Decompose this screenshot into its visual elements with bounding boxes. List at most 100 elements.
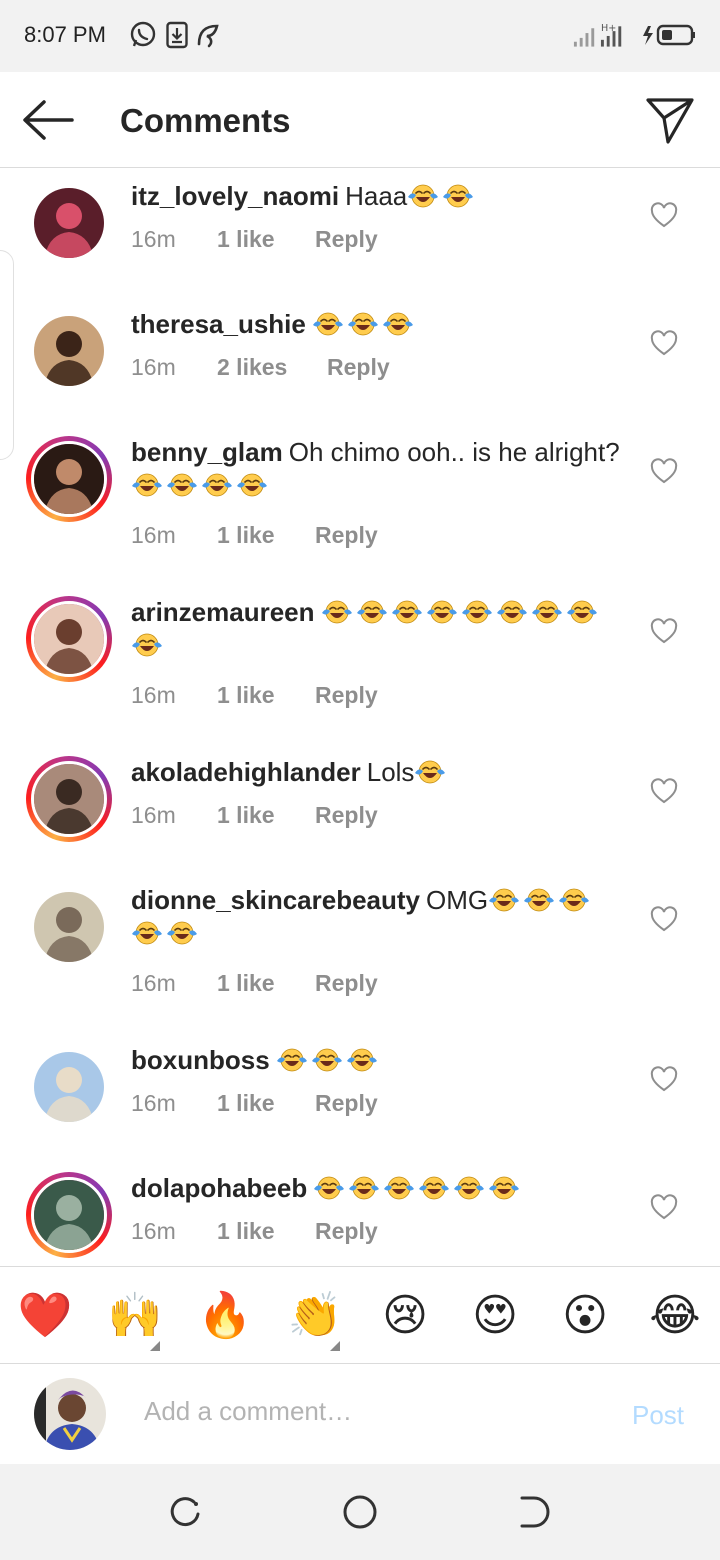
avatar[interactable] (26, 180, 112, 266)
comment-text: dionne_skincarebeauty OMG (131, 884, 621, 950)
comment-username[interactable]: arinzemaureen (131, 597, 315, 627)
comment-likes[interactable]: 1 like (217, 1090, 315, 1117)
heart-outline-icon[interactable] (650, 202, 678, 230)
reaction-heart[interactable]: ❤️ (18, 1289, 73, 1343)
comment-likes[interactable]: 2 likes (217, 354, 327, 381)
tears-of-joy-emoji (489, 888, 520, 912)
tears-of-joy-emoji (311, 1048, 342, 1072)
comment-meta: 16m 1 like Reply (131, 682, 378, 709)
heart-outline-icon[interactable] (650, 330, 678, 358)
comment-meta: 16m 1 like Reply (131, 522, 378, 549)
comment-time: 16m (131, 1218, 176, 1244)
comment-username[interactable]: itz_lovely_naomi (131, 181, 339, 211)
avatar-image (31, 601, 107, 677)
reaction-raising-hands[interactable]: 🙌 (108, 1289, 163, 1343)
reaction-fire[interactable]: 🔥 (198, 1289, 253, 1343)
tears-of-joy-emoji (347, 312, 378, 336)
comments-list[interactable]: itz_lovely_naomi Haaa 16m 1 like Reply theres… (0, 168, 720, 1264)
comment-input[interactable] (144, 1396, 584, 1427)
back-arrow-icon[interactable] (20, 98, 76, 142)
avatar-image (34, 892, 104, 962)
heart-outline-icon[interactable] (650, 458, 678, 486)
avatar-with-story-ring[interactable] (26, 756, 112, 842)
comment-text: dolapohabeeb (131, 1172, 621, 1205)
direct-message-icon[interactable] (644, 94, 696, 146)
avatar-with-story-ring[interactable] (26, 1172, 112, 1258)
quick-reactions-bar: ❤️ 🙌 🔥 👏 😢 😍 😮 😂 (0, 1266, 720, 1364)
comment-likes[interactable]: 1 like (217, 522, 315, 549)
whatsapp-icon (128, 20, 158, 50)
reply-button[interactable]: Reply (315, 970, 378, 997)
heart-outline-icon[interactable] (650, 1066, 678, 1094)
back-nav-icon[interactable] (516, 1494, 552, 1530)
tears-of-joy-emoji (489, 1176, 520, 1200)
heart-outline-icon[interactable] (650, 618, 678, 646)
tears-of-joy-emoji (132, 473, 162, 497)
tears-of-joy-emoji (419, 1176, 450, 1200)
avatar-image (31, 441, 107, 517)
comment-time: 16m (131, 682, 176, 708)
comment-meta: 16m 1 like Reply (131, 1218, 378, 1245)
tears-of-joy-emoji (559, 888, 590, 912)
reply-button[interactable]: Reply (315, 802, 378, 829)
comment-username[interactable]: benny_glam (131, 437, 283, 467)
comment-likes[interactable]: 1 like (217, 1218, 315, 1245)
tears-of-joy-emoji (461, 600, 492, 624)
comment-text: theresa_ushie (131, 308, 621, 341)
comment-time: 16m (131, 970, 176, 996)
edge-panel-handle[interactable] (0, 250, 14, 460)
reply-button[interactable]: Reply (315, 1218, 378, 1245)
skin-tone-indicator (150, 1341, 160, 1351)
signal-icon: H+ (572, 20, 628, 50)
reaction-clapping-hands[interactable]: 👏 (288, 1289, 343, 1343)
tears-of-joy-emoji (391, 600, 422, 624)
comment-username[interactable]: boxunboss (131, 1045, 270, 1075)
avatar[interactable] (26, 1044, 112, 1130)
avatar-image (31, 1177, 107, 1253)
avatar-with-story-ring[interactable] (26, 436, 112, 522)
skin-tone-indicator (330, 1341, 340, 1351)
tears-of-joy-emoji (524, 888, 555, 912)
heart-outline-icon[interactable] (650, 778, 678, 806)
comment-body: OMG (426, 885, 489, 915)
comment-time: 16m (131, 1090, 176, 1116)
comment-likes[interactable]: 1 like (217, 970, 315, 997)
heart-outline-icon[interactable] (650, 1194, 678, 1222)
comment-likes[interactable]: 1 like (217, 226, 315, 253)
reply-button[interactable]: Reply (327, 354, 390, 381)
comment-username[interactable]: akoladehighlander (131, 757, 361, 787)
reply-button[interactable]: Reply (315, 522, 378, 549)
avatar[interactable] (26, 308, 112, 394)
tears-of-joy-emoji (167, 921, 197, 945)
tears-of-joy-emoji (346, 1048, 377, 1072)
comment-likes[interactable]: 1 like (217, 682, 315, 709)
comment-text: arinzemaureen (131, 596, 621, 662)
reply-button[interactable]: Reply (315, 226, 378, 253)
avatar-image (34, 188, 104, 258)
comment-body: Haaa (345, 181, 408, 211)
reaction-heart-eyes[interactable]: 😍 (468, 1289, 522, 1343)
reply-button[interactable]: Reply (315, 682, 378, 709)
reaction-surprised-face[interactable]: 😮 (558, 1289, 612, 1343)
reply-button[interactable]: Reply (315, 1090, 378, 1117)
comment-time: 16m (131, 522, 176, 548)
avatar[interactable] (26, 884, 112, 970)
post-button[interactable]: Post (632, 1400, 684, 1431)
reaction-crying-face[interactable]: 😢 (378, 1289, 432, 1343)
comment-username[interactable]: dolapohabeeb (131, 1173, 307, 1203)
comment-composer: Post (0, 1364, 720, 1464)
tears-of-joy-emoji (312, 312, 343, 336)
home-icon[interactable] (342, 1494, 378, 1530)
comment-username[interactable]: dionne_skincarebeauty (131, 885, 420, 915)
avatar-with-story-ring[interactable] (26, 596, 112, 682)
comment-text: itz_lovely_naomi Haaa (131, 180, 621, 213)
reaction-tears-of-joy[interactable]: 😂 (648, 1289, 702, 1343)
comment-time: 16m (131, 802, 176, 828)
comment-meta: 16m 1 like Reply (131, 802, 378, 829)
heart-outline-icon[interactable] (650, 906, 678, 934)
avatar-image (34, 316, 104, 386)
comment-likes[interactable]: 1 like (217, 802, 315, 829)
tears-of-joy-emoji (443, 184, 474, 208)
comment-username[interactable]: theresa_ushie (131, 309, 306, 339)
recents-icon[interactable] (168, 1494, 204, 1530)
